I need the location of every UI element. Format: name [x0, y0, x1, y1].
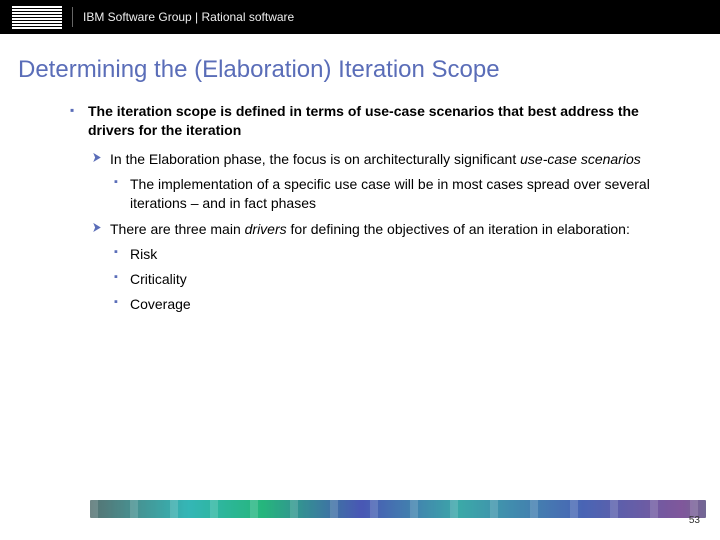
- text-part: for defining the objectives of an iterat…: [287, 221, 630, 237]
- page-number: 53: [689, 515, 700, 526]
- bullet-implementation-spread: The implementation of a specific use cas…: [114, 175, 670, 213]
- page-title: Determining the (Elaboration) Iteration …: [0, 34, 720, 102]
- slide: IBM Software Group | Rational software D…: [0, 0, 720, 540]
- italic-drivers: drivers: [245, 221, 287, 237]
- content-area: The iteration scope is defined in terms …: [0, 102, 720, 314]
- driver-risk: Risk: [114, 245, 670, 264]
- bullet-elaboration-focus: In the Elaboration phase, the focus is o…: [92, 150, 670, 169]
- bullet-three-drivers: There are three main drivers for definin…: [92, 220, 670, 239]
- ibm-logo-icon: [12, 7, 73, 27]
- header-bar: IBM Software Group | Rational software: [0, 0, 720, 34]
- footer-graphic-band: [90, 500, 706, 518]
- text-part: In the Elaboration phase, the focus is o…: [110, 151, 520, 167]
- bullet-main: The iteration scope is defined in terms …: [70, 102, 670, 140]
- footer: 53: [0, 500, 720, 526]
- driver-coverage: Coverage: [114, 295, 670, 314]
- header-text: IBM Software Group | Rational software: [83, 10, 294, 24]
- text-part: There are three main: [110, 221, 245, 237]
- driver-criticality: Criticality: [114, 270, 670, 289]
- italic-use-case-scenarios: use-case scenarios: [520, 151, 641, 167]
